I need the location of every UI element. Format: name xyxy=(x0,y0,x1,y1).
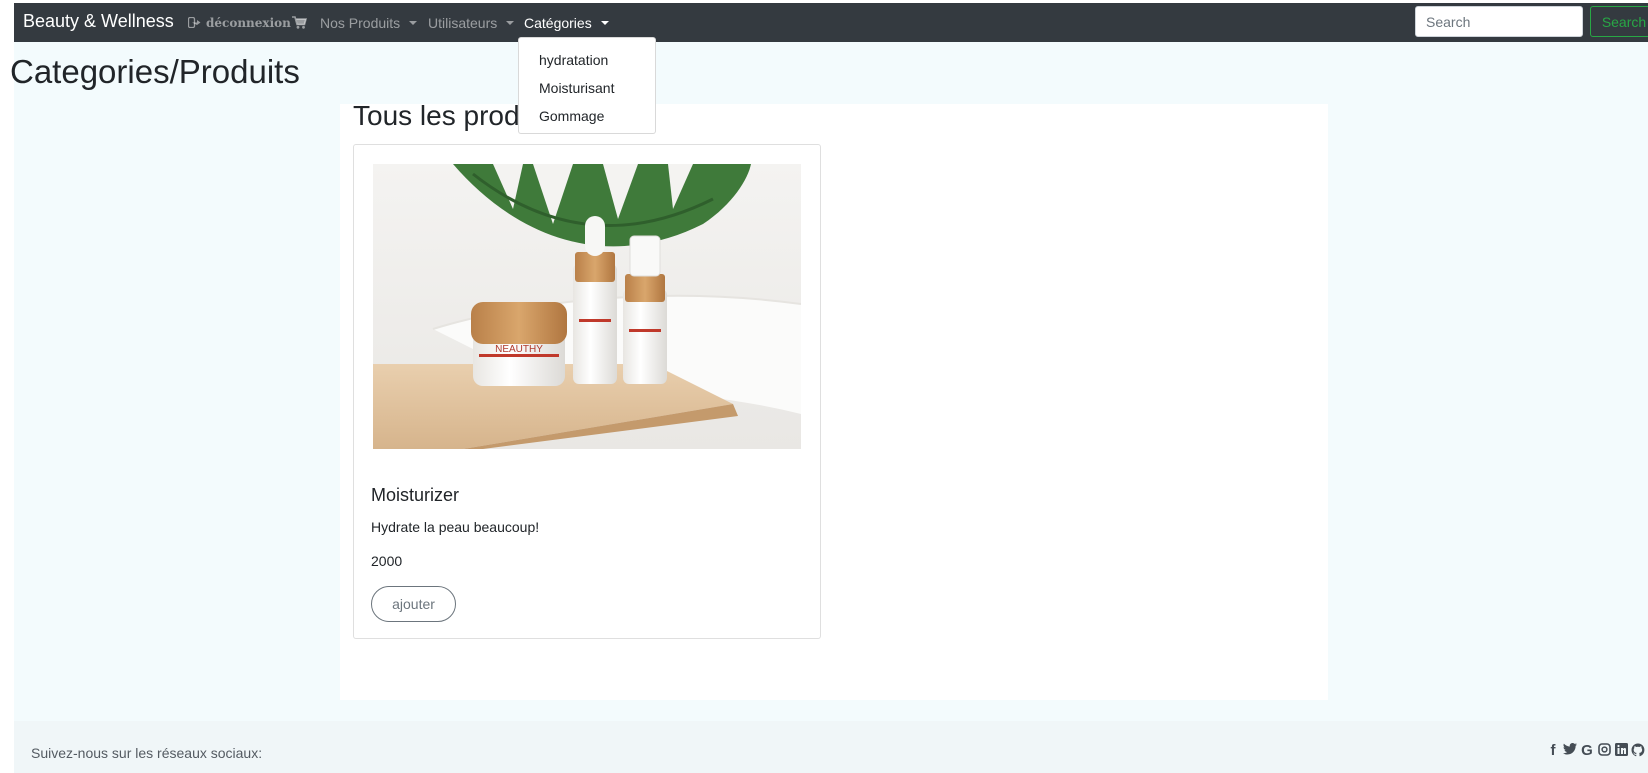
github-icon[interactable] xyxy=(1631,743,1645,759)
top-navbar: Beauty & Wellness déconnexion Nos Produi… xyxy=(14,3,1648,42)
logout-label: déconnexion xyxy=(206,15,291,30)
chevron-down-icon xyxy=(409,20,418,25)
logout-link[interactable]: déconnexion xyxy=(188,3,291,42)
nav-users-dropdown[interactable]: Utilisateurs xyxy=(428,3,515,42)
search-input[interactable] xyxy=(1415,6,1583,37)
nav-products-label: Nos Produits xyxy=(320,14,401,31)
cart-link[interactable] xyxy=(292,3,307,42)
footer: Suivez-nous sur les réseaux sociaux: f G xyxy=(14,721,1648,773)
search-button[interactable]: Search xyxy=(1590,6,1648,37)
product-image: NEAUTHY xyxy=(373,164,801,449)
product-card: NEAUTHY Moisturizer Hydrate la peau beau… xyxy=(353,144,821,639)
google-icon[interactable]: G xyxy=(1580,743,1594,759)
twitter-icon[interactable] xyxy=(1563,743,1577,759)
shopping-cart-icon xyxy=(292,16,307,29)
nav-users-label: Utilisateurs xyxy=(428,14,498,31)
dropdown-item-moisturisant[interactable]: Moisturisant xyxy=(519,74,655,102)
chevron-down-icon xyxy=(506,20,515,25)
chevron-down-icon xyxy=(600,20,609,25)
footer-social-text: Suivez-nous sur les réseaux sociaux: xyxy=(31,745,263,761)
add-to-cart-button[interactable]: ajouter xyxy=(371,586,456,622)
social-links: f G xyxy=(1546,743,1645,759)
svg-text:NEAUTHY: NEAUTHY xyxy=(495,344,543,355)
categories-dropdown-menu: hydratation Moisturisant Gommage xyxy=(518,37,656,134)
brand-logo[interactable]: Beauty & Wellness xyxy=(23,3,174,42)
facebook-icon[interactable]: f xyxy=(1546,743,1560,759)
product-price: 2000 xyxy=(371,553,403,569)
nav-categories-label: Catégories xyxy=(524,14,592,31)
dropdown-item-hydratation[interactable]: hydratation xyxy=(519,46,655,74)
linkedin-icon[interactable] xyxy=(1614,743,1628,759)
page-title: Categories/Produits xyxy=(10,53,300,90)
dropdown-item-gommage[interactable]: Gommage xyxy=(519,102,655,130)
sign-out-icon xyxy=(188,17,201,28)
product-name: Moisturizer xyxy=(371,485,460,505)
product-description: Hydrate la peau beaucoup! xyxy=(371,519,540,535)
nav-products-dropdown[interactable]: Nos Produits xyxy=(320,3,418,42)
instagram-icon[interactable] xyxy=(1597,743,1611,759)
